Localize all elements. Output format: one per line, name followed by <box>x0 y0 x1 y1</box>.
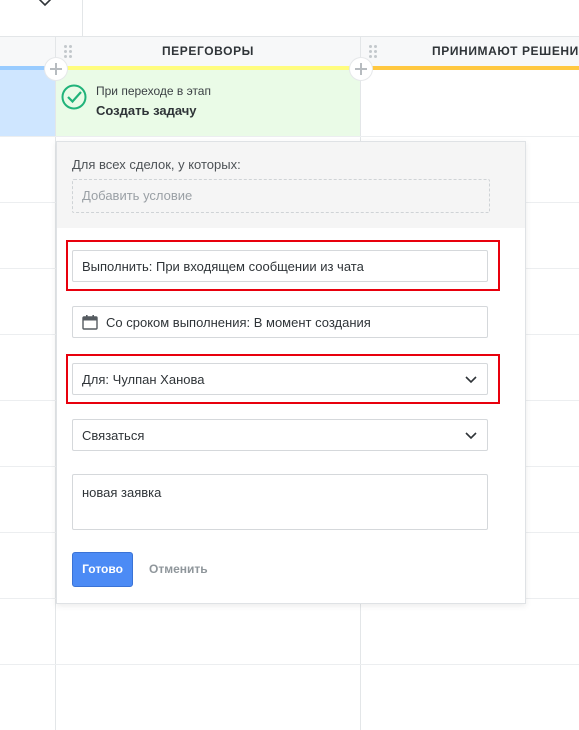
column-header-decision[interactable]: ПРИНИМАЮТ РЕШЕНИ <box>361 37 579 67</box>
column-title: ПЕРЕГОВОРЫ <box>161 44 255 58</box>
toolbar-divider <box>82 0 83 36</box>
grid-line <box>0 136 579 137</box>
task-settings-popup: Для всех сделок, у которых: Добавить усл… <box>56 141 526 604</box>
done-button[interactable]: Готово <box>72 552 133 587</box>
grid-line <box>0 664 579 665</box>
comment-textarea[interactable]: новая заявка <box>72 474 488 530</box>
column-cell <box>0 70 55 136</box>
condition-section: Для всех сделок, у которых: Добавить усл… <box>57 142 525 228</box>
trigger-action: Создать задачу <box>96 103 197 118</box>
drag-handle-icon[interactable] <box>369 45 377 58</box>
top-toolbar <box>0 0 579 37</box>
column-color-bar <box>361 66 579 70</box>
task-type-value: Связаться <box>82 428 145 443</box>
assignee-select[interactable]: Для: Чулпан Ханова <box>72 363 488 395</box>
calendar-icon <box>82 315 98 330</box>
trigger-card[interactable]: При переходе в этап Создать задачу <box>56 70 360 136</box>
add-stage-plus-icon[interactable] <box>350 58 372 80</box>
execute-value: Выполнить: При входящем сообщении из чат… <box>82 259 364 274</box>
column-header-negotiations[interactable]: ПЕРЕГОВОРЫ <box>56 37 361 67</box>
column-title: ПРИНИМАЮТ РЕШЕНИ <box>432 44 579 58</box>
chevron-down-icon[interactable] <box>38 0 52 10</box>
task-type-select[interactable]: Связаться <box>72 419 488 451</box>
check-circle-icon <box>61 84 87 110</box>
condition-label: Для всех сделок, у которых: <box>72 157 241 172</box>
chevron-down-icon <box>465 432 477 440</box>
add-condition-placeholder: Добавить условие <box>82 188 193 203</box>
deadline-value: Со сроком выполнения: В момент создания <box>106 315 371 330</box>
deadline-field[interactable]: Со сроком выполнения: В момент создания <box>72 306 488 338</box>
execute-field[interactable]: Выполнить: При входящем сообщении из чат… <box>72 250 488 282</box>
chevron-down-icon <box>465 376 477 384</box>
assignee-value: Для: Чулпан Ханова <box>82 372 205 387</box>
add-condition-field[interactable]: Добавить условие <box>72 179 490 213</box>
comment-value: новая заявка <box>82 485 162 500</box>
cancel-button[interactable]: Отменить <box>149 562 208 576</box>
add-stage-plus-icon[interactable] <box>45 58 67 80</box>
trigger-condition: При переходе в этап <box>96 84 211 98</box>
